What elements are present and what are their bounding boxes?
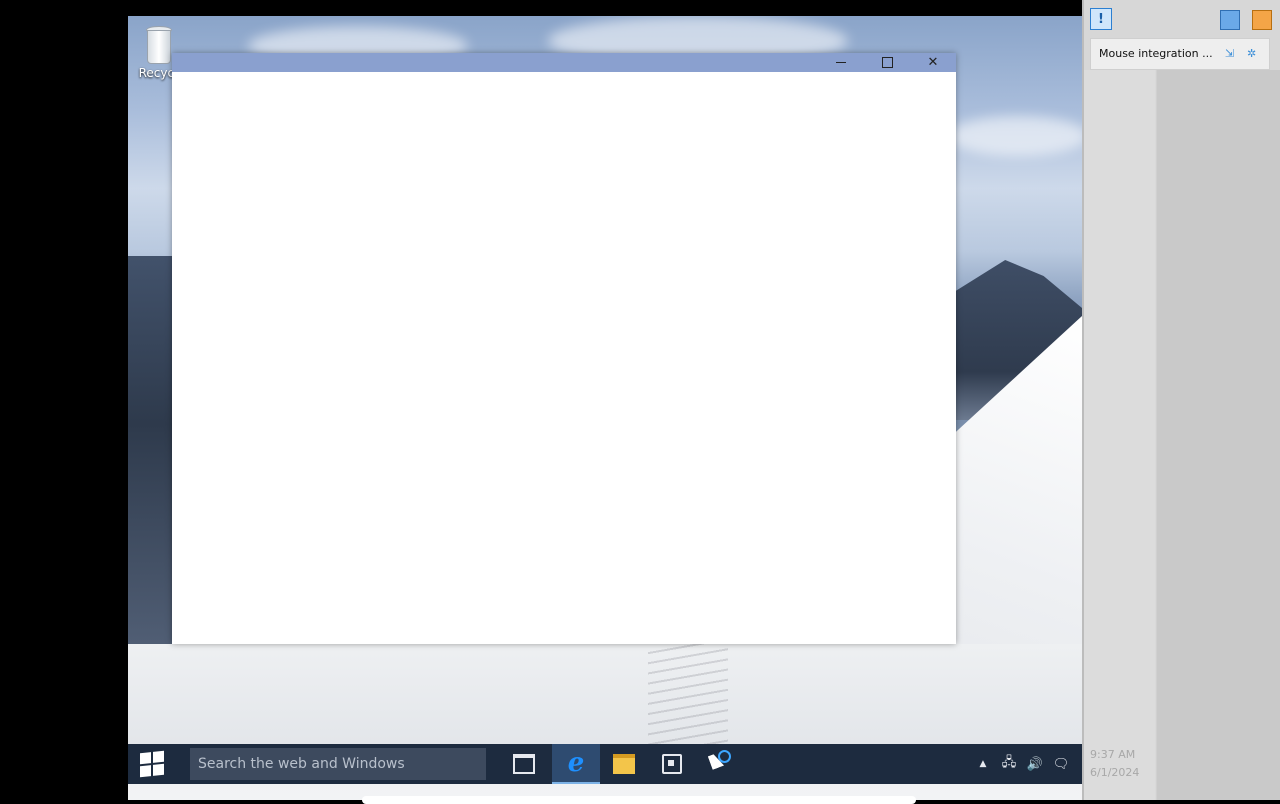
show-hidden-icons-button[interactable]: ▲: [974, 744, 992, 784]
info-icon[interactable]: !: [1090, 8, 1112, 30]
footprints: [648, 644, 728, 744]
volume-button[interactable]: 🔊: [1024, 744, 1046, 784]
store-button[interactable]: [648, 744, 696, 784]
dismiss-icon[interactable]: ✲: [1247, 48, 1259, 60]
file-explorer-button[interactable]: [600, 744, 648, 784]
speaker-icon: 🔊: [1026, 756, 1044, 772]
internet-explorer-button[interactable]: e: [552, 744, 600, 784]
window-content: [172, 72, 956, 644]
minimize-icon: [836, 62, 846, 63]
maximize-button[interactable]: [864, 53, 910, 72]
search-box[interactable]: Search the web and Windows: [190, 748, 486, 780]
chevron-up-icon: ▲: [979, 759, 987, 769]
mouse-integration-icon[interactable]: ⇲: [1225, 48, 1237, 60]
notification-item[interactable]: Mouse integration ... ⇲ ✲: [1090, 38, 1270, 70]
mini-toolbar[interactable]: [362, 796, 916, 804]
cloud: [948, 116, 1082, 156]
minimize-button[interactable]: [818, 53, 864, 72]
notification-text: Mouse integration ...: [1099, 47, 1213, 60]
taskbar: Search the web and Windows e ▲ 🖧 🔊 🗨: [128, 744, 1082, 784]
windows-logo-icon: [140, 750, 164, 778]
close-button[interactable]: ✕: [910, 53, 956, 72]
close-icon: ✕: [927, 55, 939, 70]
close-panel-icon[interactable]: [1252, 10, 1272, 30]
store-icon: [662, 754, 682, 774]
notification-icon: 🗨: [1052, 756, 1070, 772]
action-center-button[interactable]: 🗨: [1050, 744, 1072, 784]
clock-time: 9:37 AM: [1090, 748, 1136, 761]
vm-status-panel: ! Mouse integration ... ⇲ ✲ 9:37 AM 6/1/…: [1082, 0, 1280, 800]
network-button[interactable]: 🖧: [998, 744, 1020, 784]
recycle-bin-icon: [143, 24, 173, 64]
app-window[interactable]: ✕: [172, 53, 956, 644]
task-view-button[interactable]: [500, 744, 548, 784]
maximize-icon: [881, 57, 893, 68]
snow-ground: [128, 644, 1082, 744]
internet-explorer-icon: e: [567, 748, 585, 778]
task-view-icon: [513, 754, 535, 774]
start-button[interactable]: [128, 744, 176, 784]
clock-date: 6/1/2024: [1090, 766, 1140, 779]
network-icon: 🖧: [1001, 755, 1017, 770]
window-titlebar[interactable]: ✕: [172, 53, 956, 72]
folder-icon: [613, 754, 635, 774]
vm-screen: Recycl ✕ Search the web and Windows e ▲ …: [128, 16, 1082, 800]
settings-icon[interactable]: [1220, 10, 1240, 30]
panel-toolbar: !: [1084, 0, 1280, 40]
